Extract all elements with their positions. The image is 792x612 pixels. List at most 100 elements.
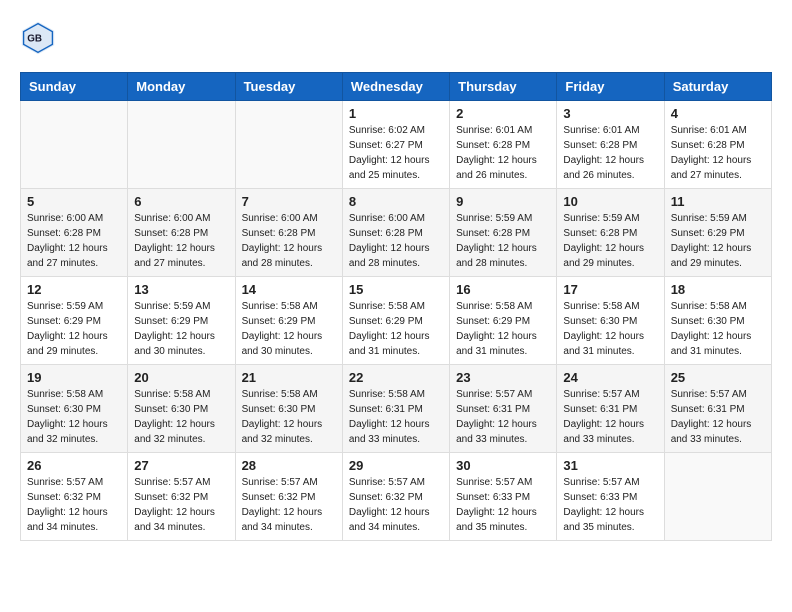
day-number: 30: [456, 458, 550, 473]
day-info: Sunrise: 5:59 AMSunset: 6:28 PMDaylight:…: [456, 211, 550, 271]
calendar-cell: 4Sunrise: 6:01 AMSunset: 6:28 PMDaylight…: [664, 101, 771, 189]
day-number: 8: [349, 194, 443, 209]
calendar-cell: 2 Sunrise: 6:01 AMSunset: 6:28 PMDaylight…: [450, 101, 557, 189]
day-number: 28: [242, 458, 336, 473]
day-info: Sunrise: 5:58 AMSunset: 6:29 PMDaylight:…: [349, 299, 443, 359]
day-info: Sunrise: 5:59 AMSunset: 6:28 PMDaylight:…: [563, 211, 657, 271]
day-info: Sunrise: 6:01 AMSunset: 6:28 PMDaylight:…: [563, 123, 657, 183]
day-number: 3: [563, 106, 657, 121]
calendar-cell: 21 Sunrise: 5:58 AMSunset: 6:30 PMDayligh…: [235, 365, 342, 453]
day-info: Sunrise: 5:57 AMSunset: 6:33 PMDaylight:…: [563, 475, 657, 535]
day-info: Sunrise: 6:00 AMSunset: 6:28 PMDaylight:…: [27, 211, 121, 271]
col-header-monday: Monday: [128, 73, 235, 101]
day-info: Sunrise: 5:57 AMSunset: 6:32 PMDaylight:…: [242, 475, 336, 535]
calendar-cell: 18 Sunrise: 5:58 AMSunset: 6:30 PMDayligh…: [664, 277, 771, 365]
calendar-cell: 6 Sunrise: 6:00 AMSunset: 6:28 PMDaylight…: [128, 189, 235, 277]
calendar-cell: 17 Sunrise: 5:58 AMSunset: 6:30 PMDayligh…: [557, 277, 664, 365]
calendar-cell: 27 Sunrise: 5:57 AMSunset: 6:32 PMDayligh…: [128, 453, 235, 541]
calendar-header-row: SundayMondayTuesdayWednesdayThursdayFrid…: [21, 73, 772, 101]
calendar-week-row: 12Sunrise: 5:59 AMSunset: 6:29 PMDayligh…: [21, 277, 772, 365]
calendar-cell: 24 Sunrise: 5:57 AMSunset: 6:31 PMDayligh…: [557, 365, 664, 453]
calendar-cell: 1 Sunrise: 6:02 AMSunset: 6:27 PMDaylight…: [342, 101, 449, 189]
day-number: 24: [563, 370, 657, 385]
day-number: 9: [456, 194, 550, 209]
calendar-cell: 31Sunrise: 5:57 AMSunset: 6:33 PMDayligh…: [557, 453, 664, 541]
calendar-cell: 30 Sunrise: 5:57 AMSunset: 6:33 PMDayligh…: [450, 453, 557, 541]
calendar-cell: 12Sunrise: 5:59 AMSunset: 6:29 PMDayligh…: [21, 277, 128, 365]
day-info: Sunrise: 5:59 AMSunset: 6:29 PMDaylight:…: [671, 211, 765, 271]
day-info: Sunrise: 6:02 AMSunset: 6:27 PMDaylight:…: [349, 123, 443, 183]
calendar-cell: 20 Sunrise: 5:58 AMSunset: 6:30 PMDayligh…: [128, 365, 235, 453]
day-info: Sunrise: 5:58 AMSunset: 6:30 PMDaylight:…: [134, 387, 228, 447]
day-info: Sunrise: 5:57 AMSunset: 6:31 PMDaylight:…: [563, 387, 657, 447]
day-info: Sunrise: 5:59 AMSunset: 6:29 PMDaylight:…: [27, 299, 121, 359]
calendar-cell: 22 Sunrise: 5:58 AMSunset: 6:31 PMDayligh…: [342, 365, 449, 453]
calendar-cell: 26 Sunrise: 5:57 AMSunset: 6:32 PMDayligh…: [21, 453, 128, 541]
day-info: Sunrise: 5:58 AMSunset: 6:31 PMDaylight:…: [349, 387, 443, 447]
day-info: Sunrise: 5:58 AMSunset: 6:30 PMDaylight:…: [563, 299, 657, 359]
day-info: Sunrise: 5:57 AMSunset: 6:33 PMDaylight:…: [456, 475, 550, 535]
day-info: Sunrise: 5:58 AMSunset: 6:30 PMDaylight:…: [242, 387, 336, 447]
col-header-wednesday: Wednesday: [342, 73, 449, 101]
day-info: Sunrise: 5:57 AMSunset: 6:32 PMDaylight:…: [349, 475, 443, 535]
day-info: Sunrise: 5:58 AMSunset: 6:29 PMDaylight:…: [242, 299, 336, 359]
day-number: 2: [456, 106, 550, 121]
day-info: Sunrise: 5:57 AMSunset: 6:31 PMDaylight:…: [456, 387, 550, 447]
calendar-cell: 14 Sunrise: 5:58 AMSunset: 6:29 PMDayligh…: [235, 277, 342, 365]
day-info: Sunrise: 6:01 AMSunset: 6:28 PMDaylight:…: [456, 123, 550, 183]
calendar-cell: 9 Sunrise: 5:59 AMSunset: 6:28 PMDaylight…: [450, 189, 557, 277]
calendar-week-row: 5Sunrise: 6:00 AMSunset: 6:28 PMDaylight…: [21, 189, 772, 277]
logo: GB: [20, 20, 60, 56]
day-number: 18: [671, 282, 765, 297]
day-number: 13: [134, 282, 228, 297]
calendar-cell: 8Sunrise: 6:00 AMSunset: 6:28 PMDaylight…: [342, 189, 449, 277]
day-number: 22: [349, 370, 443, 385]
calendar-cell: 29 Sunrise: 5:57 AMSunset: 6:32 PMDayligh…: [342, 453, 449, 541]
calendar-cell: 10 Sunrise: 5:59 AMSunset: 6:28 PMDayligh…: [557, 189, 664, 277]
svg-text:GB: GB: [27, 34, 42, 45]
calendar-cell: 7 Sunrise: 6:00 AMSunset: 6:28 PMDaylight…: [235, 189, 342, 277]
day-number: 11: [671, 194, 765, 209]
day-info: Sunrise: 5:57 AMSunset: 6:32 PMDaylight:…: [134, 475, 228, 535]
calendar-week-row: 26 Sunrise: 5:57 AMSunset: 6:32 PMDayligh…: [21, 453, 772, 541]
calendar-cell: 15 Sunrise: 5:58 AMSunset: 6:29 PMDayligh…: [342, 277, 449, 365]
calendar-cell: [664, 453, 771, 541]
day-number: 14: [242, 282, 336, 297]
calendar-cell: [235, 101, 342, 189]
calendar-cell: [128, 101, 235, 189]
day-number: 29: [349, 458, 443, 473]
day-info: Sunrise: 5:57 AMSunset: 6:32 PMDaylight:…: [27, 475, 121, 535]
day-info: Sunrise: 5:57 AMSunset: 6:31 PMDaylight:…: [671, 387, 765, 447]
calendar-week-row: 19 Sunrise: 5:58 AMSunset: 6:30 PMDayligh…: [21, 365, 772, 453]
calendar-cell: 28 Sunrise: 5:57 AMSunset: 6:32 PMDayligh…: [235, 453, 342, 541]
calendar-cell: [21, 101, 128, 189]
calendar-cell: 19 Sunrise: 5:58 AMSunset: 6:30 PMDayligh…: [21, 365, 128, 453]
day-number: 6: [134, 194, 228, 209]
day-info: Sunrise: 6:00 AMSunset: 6:28 PMDaylight:…: [242, 211, 336, 271]
col-header-saturday: Saturday: [664, 73, 771, 101]
day-number: 20: [134, 370, 228, 385]
calendar-cell: 13 Sunrise: 5:59 AMSunset: 6:29 PMDayligh…: [128, 277, 235, 365]
page-header: GB: [20, 20, 772, 56]
col-header-tuesday: Tuesday: [235, 73, 342, 101]
day-info: Sunrise: 5:58 AMSunset: 6:30 PMDaylight:…: [27, 387, 121, 447]
day-number: 25: [671, 370, 765, 385]
col-header-thursday: Thursday: [450, 73, 557, 101]
day-number: 17: [563, 282, 657, 297]
day-number: 19: [27, 370, 121, 385]
day-number: 26: [27, 458, 121, 473]
calendar-week-row: 1 Sunrise: 6:02 AMSunset: 6:27 PMDaylight…: [21, 101, 772, 189]
day-number: 15: [349, 282, 443, 297]
day-number: 4: [671, 106, 765, 121]
calendar-cell: 25 Sunrise: 5:57 AMSunset: 6:31 PMDayligh…: [664, 365, 771, 453]
calendar-cell: 3 Sunrise: 6:01 AMSunset: 6:28 PMDaylight…: [557, 101, 664, 189]
day-info: Sunrise: 5:59 AMSunset: 6:29 PMDaylight:…: [134, 299, 228, 359]
day-number: 1: [349, 106, 443, 121]
calendar-cell: 11 Sunrise: 5:59 AMSunset: 6:29 PMDayligh…: [664, 189, 771, 277]
day-number: 7: [242, 194, 336, 209]
day-info: Sunrise: 5:58 AMSunset: 6:30 PMDaylight:…: [671, 299, 765, 359]
day-number: 21: [242, 370, 336, 385]
day-number: 10: [563, 194, 657, 209]
day-info: Sunrise: 6:00 AMSunset: 6:28 PMDaylight:…: [134, 211, 228, 271]
day-number: 27: [134, 458, 228, 473]
